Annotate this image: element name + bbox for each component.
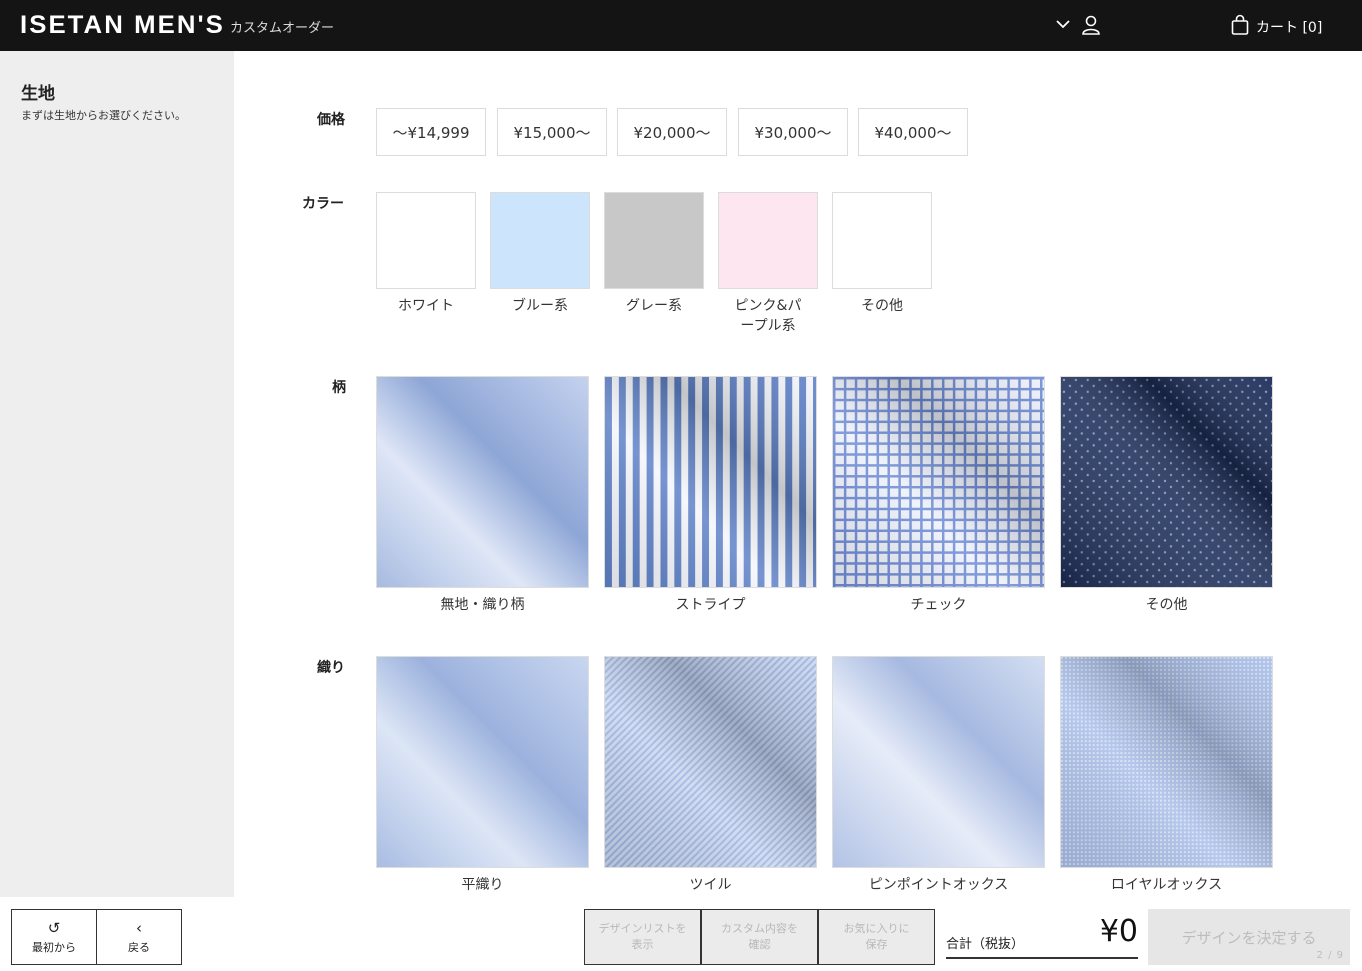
total-price: ¥0 bbox=[1099, 914, 1138, 949]
weave-option-plain[interactable]: 平織り bbox=[376, 656, 589, 894]
decide-label: デザインを決定する bbox=[1181, 928, 1317, 947]
pattern-section-label: 柄 bbox=[332, 380, 346, 396]
color-swatch bbox=[718, 192, 818, 289]
weave-option-royal-ox[interactable]: ロイヤルオックス bbox=[1060, 656, 1273, 894]
brand-logo[interactable]: ISETAN MEN'S bbox=[20, 11, 225, 39]
pattern-label: ストライプ bbox=[675, 597, 746, 613]
decide-design-button[interactable]: デザインを決定する 2 / 9 bbox=[1148, 909, 1350, 965]
fabric-image bbox=[376, 656, 589, 868]
design-list-button[interactable]: デザインリストを 表示 bbox=[584, 909, 701, 965]
fabric-image bbox=[1060, 376, 1273, 588]
pattern-label: 無地・織り柄 bbox=[440, 597, 525, 613]
bottom-toolbar: ↺ 最初から ‹ 戻る デザインリストを 表示 カスタム内容を 確認 お気に入り… bbox=[0, 897, 1362, 971]
step-title: 生地 bbox=[21, 84, 55, 104]
color-label: ブルー系 bbox=[512, 298, 568, 314]
back-button[interactable]: ‹ 戻る bbox=[96, 909, 182, 965]
color-option-white[interactable]: ホワイト bbox=[376, 192, 476, 316]
fabric-image bbox=[832, 376, 1045, 588]
price-filter-button[interactable]: ¥15,000〜 bbox=[497, 108, 607, 156]
weave-option-twill[interactable]: ツイル bbox=[604, 656, 817, 894]
shopping-bag-icon[interactable] bbox=[1230, 14, 1250, 36]
pattern-option-stripe[interactable]: ストライプ bbox=[604, 376, 817, 614]
color-label: その他 bbox=[861, 298, 903, 314]
color-option-pink-purple[interactable]: ピンク&パ ープル系 bbox=[718, 192, 818, 336]
price-filter-button[interactable]: ¥30,000〜 bbox=[738, 108, 848, 156]
restart-label: 最初から bbox=[32, 940, 76, 954]
header-subtitle: カスタムオーダー bbox=[230, 21, 335, 36]
total-label: 合計（税抜） bbox=[946, 937, 1025, 952]
fabric-image bbox=[604, 376, 817, 588]
total-underline bbox=[946, 957, 1138, 959]
user-icon[interactable] bbox=[1080, 14, 1102, 36]
restart-button[interactable]: ↺ 最初から bbox=[11, 909, 97, 965]
save-favorite-button[interactable]: お気に入りに 保存 bbox=[818, 909, 935, 965]
step-indicator: 2 / 9 bbox=[1316, 950, 1344, 961]
chevron-left-icon: ‹ bbox=[136, 918, 142, 937]
sidebar: 生地 まずは生地からお選びください。 bbox=[0, 51, 234, 897]
color-swatch bbox=[490, 192, 590, 289]
price-filter-button[interactable]: ¥20,000〜 bbox=[617, 108, 727, 156]
color-label: ピンク&パ ープル系 bbox=[734, 298, 802, 334]
fabric-selection-panel: 価格 〜¥14,999 ¥15,000〜 ¥20,000〜 ¥30,000〜 ¥… bbox=[234, 51, 1362, 897]
undo-icon: ↺ bbox=[47, 918, 61, 937]
weave-label: 平織り bbox=[461, 877, 504, 893]
pattern-option-solid[interactable]: 無地・織り柄 bbox=[376, 376, 589, 614]
color-section-label: カラー bbox=[302, 196, 344, 212]
back-label: 戻る bbox=[128, 940, 150, 954]
cart-link[interactable]: カート [0] bbox=[1256, 17, 1322, 37]
weave-label: ピンポイントオックス bbox=[868, 877, 1009, 893]
color-swatch bbox=[604, 192, 704, 289]
color-option-other[interactable]: その他 bbox=[832, 192, 932, 316]
weave-section-label: 織り bbox=[317, 660, 345, 676]
pattern-label: チェック bbox=[910, 597, 967, 613]
price-section-label: 価格 bbox=[317, 112, 345, 128]
weave-label: ツイル bbox=[689, 877, 732, 893]
weave-label: ロイヤルオックス bbox=[1110, 877, 1223, 893]
color-option-blue[interactable]: ブルー系 bbox=[490, 192, 590, 316]
color-swatch bbox=[376, 192, 476, 289]
fabric-image bbox=[376, 376, 589, 588]
top-header: ISETAN MEN'S カスタムオーダー カート [0] bbox=[0, 0, 1362, 51]
pattern-option-other[interactable]: その他 bbox=[1060, 376, 1273, 614]
confirm-custom-button[interactable]: カスタム内容を 確認 bbox=[701, 909, 818, 965]
weave-option-pinpoint-ox[interactable]: ピンポイントオックス bbox=[832, 656, 1045, 894]
fabric-image bbox=[1060, 656, 1273, 868]
color-label: グレー系 bbox=[626, 298, 682, 314]
fabric-image bbox=[832, 656, 1045, 868]
pattern-option-check[interactable]: チェック bbox=[832, 376, 1045, 614]
price-filter-button[interactable]: ¥40,000〜 bbox=[858, 108, 968, 156]
chevron-down-icon[interactable] bbox=[1054, 15, 1072, 33]
fabric-image bbox=[604, 656, 817, 868]
step-description: まずは生地からお選びください。 bbox=[21, 109, 186, 122]
color-option-gray[interactable]: グレー系 bbox=[604, 192, 704, 316]
price-filter-button[interactable]: 〜¥14,999 bbox=[376, 108, 486, 156]
color-swatch bbox=[832, 192, 932, 289]
color-label: ホワイト bbox=[398, 298, 454, 314]
pattern-label: その他 bbox=[1145, 597, 1188, 613]
